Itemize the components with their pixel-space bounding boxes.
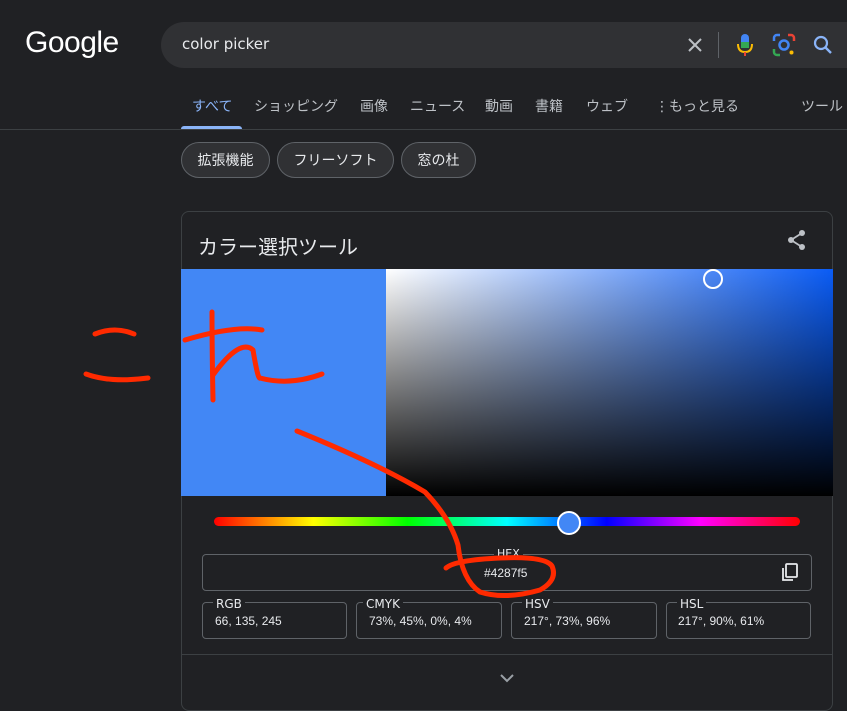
chip-madonomori[interactable]: 窓の杜 [401,142,476,178]
hsl-label: HSL [677,597,707,611]
tab-more-label: もっと見る [669,99,739,115]
tab-all[interactable]: すべて [192,96,232,116]
hsv-label: HSV [522,597,553,611]
selected-color-swatch [181,269,386,496]
tab-shopping[interactable]: ショッピング [254,96,338,116]
rgb-value[interactable]: 66, 135, 245 [215,614,282,628]
tab-videos[interactable]: 動画 [485,96,513,116]
tab-more[interactable]: ⋮もっと見る [655,96,739,116]
card-title: カラー選択ツール [198,235,358,259]
hue-slider[interactable] [214,517,800,526]
cmyk-label: CMYK [363,597,403,611]
more-vert-icon: ⋮ [655,99,669,115]
close-icon[interactable] [683,33,707,57]
tab-images[interactable]: 画像 [360,96,388,116]
chevron-down-icon[interactable] [498,671,516,685]
saturation-handle[interactable] [703,269,723,289]
tab-news[interactable]: ニュース [410,96,465,116]
saturation-value-area[interactable] [386,269,833,496]
google-logo[interactable]: Google [25,26,119,60]
chip-freesoft[interactable]: フリーソフト [277,142,394,178]
card-footer-divider [182,654,832,655]
search-tabs: すべて ショッピング 画像 ニュース 動画 書籍 ウェブ ⋮もっと見る ツール [0,96,847,130]
rgb-label: RGB [213,597,245,611]
hex-value[interactable]: #4287f5 [484,566,527,580]
search-bar[interactable]: color picker [161,22,847,68]
search-input[interactable]: color picker [182,35,269,53]
search-divider [718,32,719,58]
header-divider [0,129,847,130]
hue-slider-handle[interactable] [557,511,581,535]
microphone-icon[interactable] [733,32,757,58]
hsl-value[interactable]: 217°, 90%, 61% [678,614,764,628]
tab-books[interactable]: 書籍 [535,96,563,116]
search-icon[interactable] [811,33,835,57]
tab-web[interactable]: ウェブ [586,96,628,116]
copy-icon[interactable] [780,562,800,582]
hex-label: HEX [494,547,523,560]
chip-extensions[interactable]: 拡張機能 [181,142,270,178]
cmyk-value[interactable]: 73%, 45%, 0%, 4% [369,614,472,628]
hsv-value[interactable]: 217°, 73%, 96% [524,614,610,628]
share-icon[interactable] [786,229,808,251]
tab-tools[interactable]: ツール [801,96,843,116]
google-lens-icon[interactable] [771,32,797,58]
